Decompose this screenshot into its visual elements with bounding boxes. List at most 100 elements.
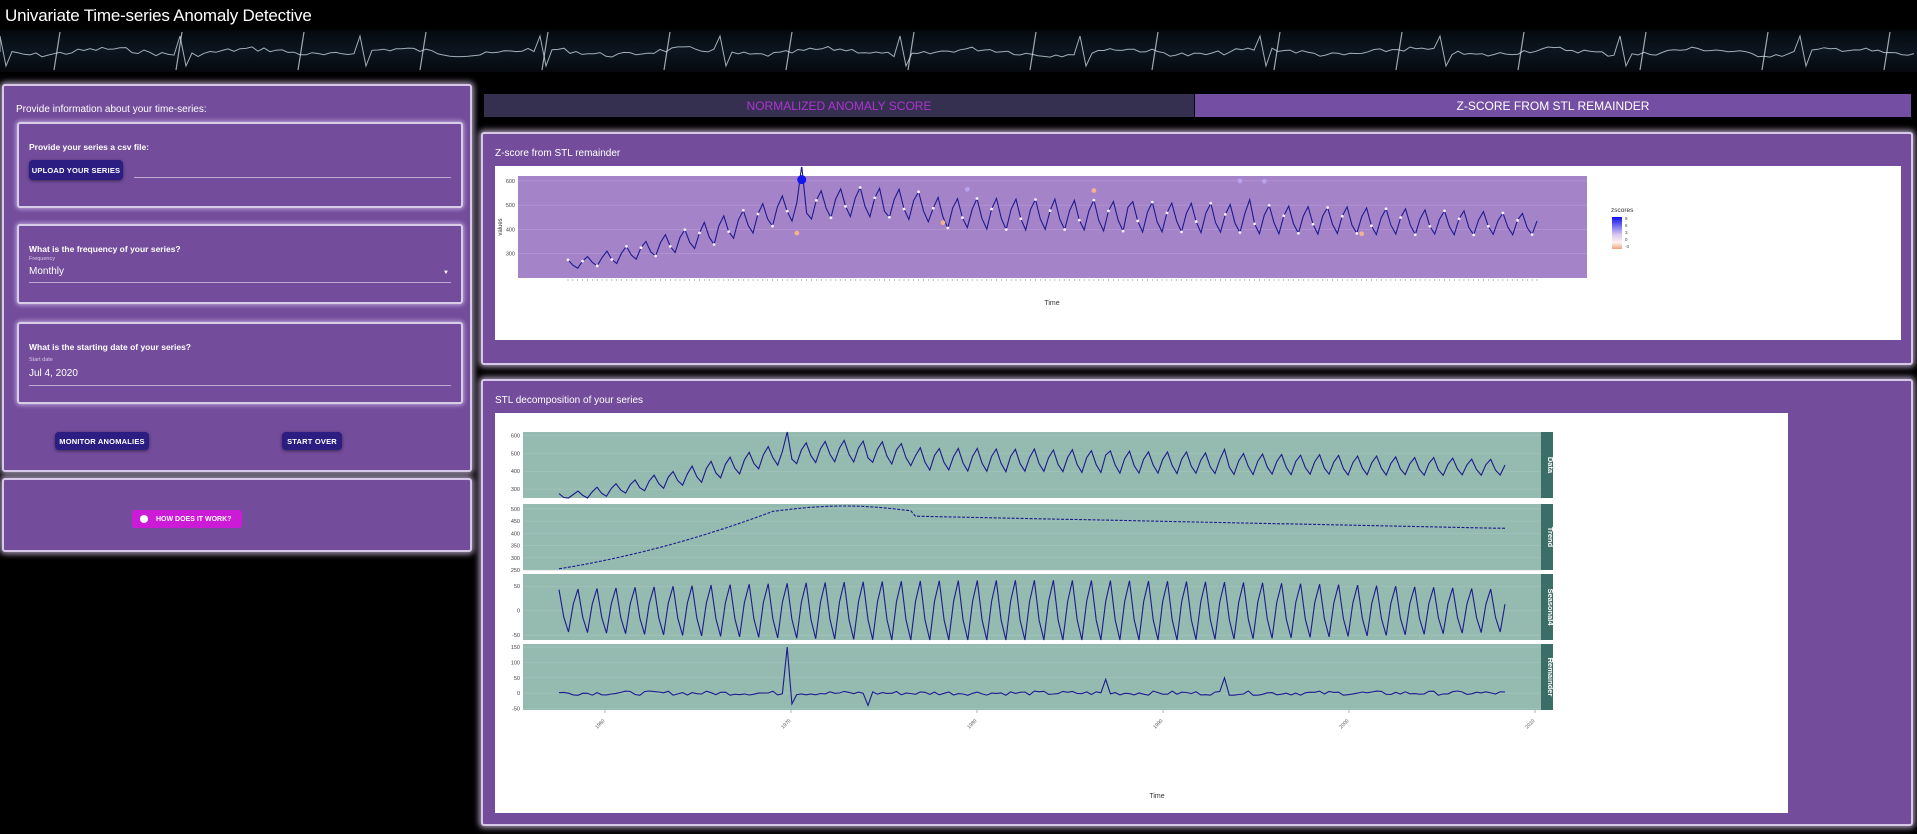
stl-ytick: 0 bbox=[517, 691, 520, 697]
dropdown-arrow-icon[interactable]: ▼ bbox=[443, 270, 449, 276]
zscore-point bbox=[1370, 224, 1373, 228]
zscore-point bbox=[668, 245, 672, 248]
zscore-point bbox=[581, 259, 585, 263]
zscore-point bbox=[917, 190, 920, 194]
zscore-point bbox=[1516, 218, 1519, 222]
zscore-plot-background bbox=[518, 176, 1587, 278]
zscore-point bbox=[1399, 216, 1403, 219]
upload-title: Provide your series a csv file: bbox=[29, 142, 150, 152]
zscore-point bbox=[625, 245, 628, 248]
stl-ytick: 100 bbox=[511, 660, 520, 666]
start-date-underline bbox=[29, 385, 451, 386]
zscore-point bbox=[683, 228, 687, 232]
upload-filename-field[interactable] bbox=[134, 177, 451, 178]
zscore-ytick: 500 bbox=[506, 203, 515, 209]
stl-ytick: 300 bbox=[511, 487, 520, 493]
start-over-button[interactable]: START OVER bbox=[282, 432, 342, 450]
stl-facet-background bbox=[523, 504, 1541, 570]
zscore-anomaly-point bbox=[1091, 188, 1097, 193]
legend-tick: 0 bbox=[1625, 237, 1628, 242]
tab-normalized-anomaly-score[interactable]: NORMALIZED ANOMALY SCORE bbox=[484, 94, 1194, 117]
zscore-point bbox=[887, 215, 891, 219]
zscore-xlabel: Time bbox=[1044, 300, 1059, 307]
banner-tick bbox=[907, 31, 915, 71]
zscore-anomaly-point bbox=[794, 230, 800, 236]
app-title: Univariate Time-series Anomaly Detective bbox=[5, 6, 312, 25]
legend-tick: 3 bbox=[1625, 230, 1628, 235]
stl-facet-label: Remainder bbox=[1546, 658, 1555, 697]
stl-panel-title: STL decomposition of your series bbox=[495, 395, 644, 406]
zscore-point bbox=[1340, 214, 1344, 218]
zscore-anomaly-point bbox=[1237, 178, 1243, 184]
stl-ytick: 400 bbox=[511, 531, 520, 537]
zscore-point bbox=[1063, 228, 1067, 231]
zscore-point bbox=[931, 206, 935, 210]
zscore-point bbox=[1311, 222, 1315, 226]
zscore-point bbox=[1107, 209, 1110, 213]
zscore-point bbox=[771, 224, 774, 228]
banner-waveform bbox=[0, 34, 1915, 68]
zscore-point bbox=[1443, 209, 1446, 213]
zscore-point bbox=[1428, 224, 1432, 228]
zscore-panel-title: Z-score from STL remainder bbox=[495, 148, 621, 159]
stl-ytick: 450 bbox=[511, 519, 520, 525]
zscore-point bbox=[1048, 209, 1052, 213]
banner-tick bbox=[297, 31, 305, 71]
banner-tick bbox=[1029, 31, 1037, 71]
legend-tick: 9 bbox=[1625, 216, 1628, 221]
zscore-point bbox=[1413, 233, 1417, 237]
zscore-point bbox=[858, 186, 862, 189]
header-banner-image bbox=[0, 30, 1917, 72]
zscore-point bbox=[595, 264, 599, 268]
monitor-anomalies-button[interactable]: MONITOR ANOMALIES bbox=[55, 432, 149, 450]
zscore-point bbox=[1501, 211, 1505, 215]
frequency-select[interactable]: Monthly bbox=[29, 266, 64, 277]
zscore-point bbox=[1165, 211, 1169, 215]
zscore-point bbox=[1034, 198, 1037, 201]
zscore-point bbox=[1530, 233, 1534, 236]
zscore-point bbox=[1194, 220, 1198, 223]
start-date-title: What is the starting date of your series… bbox=[29, 342, 192, 352]
zscore-point bbox=[712, 243, 716, 246]
stl-ytick: 50 bbox=[514, 676, 520, 682]
start-date-card: What is the starting date of your series… bbox=[17, 322, 463, 404]
zscore-point bbox=[946, 226, 950, 230]
banner-tick bbox=[1639, 31, 1647, 71]
tab-zscore-stl-remainder[interactable]: Z-SCORE FROM STL REMAINDER bbox=[1195, 94, 1911, 117]
zscore-point bbox=[698, 231, 701, 235]
zscore-ytick: 600 bbox=[506, 179, 515, 185]
stl-xtick: 1970 bbox=[780, 718, 792, 730]
zscore-anomaly-point bbox=[797, 175, 807, 185]
zscore-point bbox=[1457, 217, 1461, 221]
zscore-point bbox=[800, 164, 804, 167]
start-date-field-label: Start date bbox=[29, 357, 53, 363]
stl-xtick: 2010 bbox=[1524, 718, 1536, 730]
zscore-chart-svg: 300 400 500 600 values Time zscores 9 6 3 0 -3 bbox=[498, 164, 1634, 307]
zscore-point bbox=[844, 205, 847, 208]
legend-tick: -3 bbox=[1625, 244, 1629, 249]
stl-chart: Data 300 400 500 600 Trend 250 300 350 400 450 500 S… bbox=[495, 413, 1788, 813]
start-date-input[interactable]: Jul 4, 2020 bbox=[29, 368, 78, 379]
stl-ytick: 500 bbox=[511, 507, 520, 513]
help-panel: HOW DOES IT WORK? bbox=[2, 478, 472, 552]
zscore-point bbox=[1238, 231, 1242, 234]
stl-facet-seasonal4: Seasonal4 -50 0 50 bbox=[512, 574, 1555, 641]
zscore-panel: Z-score from STL remainder 300 400 500 600 … bbox=[481, 132, 1913, 365]
zscore-chart: 300 400 500 600 values Time zscores 9 6 3 0 -3 bbox=[495, 164, 1901, 340]
stl-chart-svg: Data300400500600Trend250300350400450500S… bbox=[511, 431, 1555, 800]
stl-xtick: 1980 bbox=[966, 718, 978, 730]
zscore-point bbox=[1150, 200, 1154, 204]
zscore-point bbox=[639, 246, 643, 249]
zscore-point bbox=[990, 207, 994, 211]
stl-facet-label: Trend bbox=[1546, 527, 1555, 548]
zscore-point bbox=[1077, 218, 1081, 222]
zscore-ytick: 300 bbox=[506, 252, 515, 258]
legend-title: zscores bbox=[1611, 207, 1634, 214]
how-does-it-work-button[interactable]: HOW DOES IT WORK? bbox=[132, 510, 242, 528]
banner-tick bbox=[1883, 31, 1891, 71]
upload-series-button[interactable]: UPLOAD YOUR SERIES bbox=[29, 160, 123, 180]
zscore-point bbox=[785, 209, 789, 213]
stl-xtick: 1960 bbox=[594, 718, 606, 730]
zscore-anomaly-point bbox=[1359, 231, 1365, 237]
stl-ytick: 400 bbox=[511, 469, 520, 475]
